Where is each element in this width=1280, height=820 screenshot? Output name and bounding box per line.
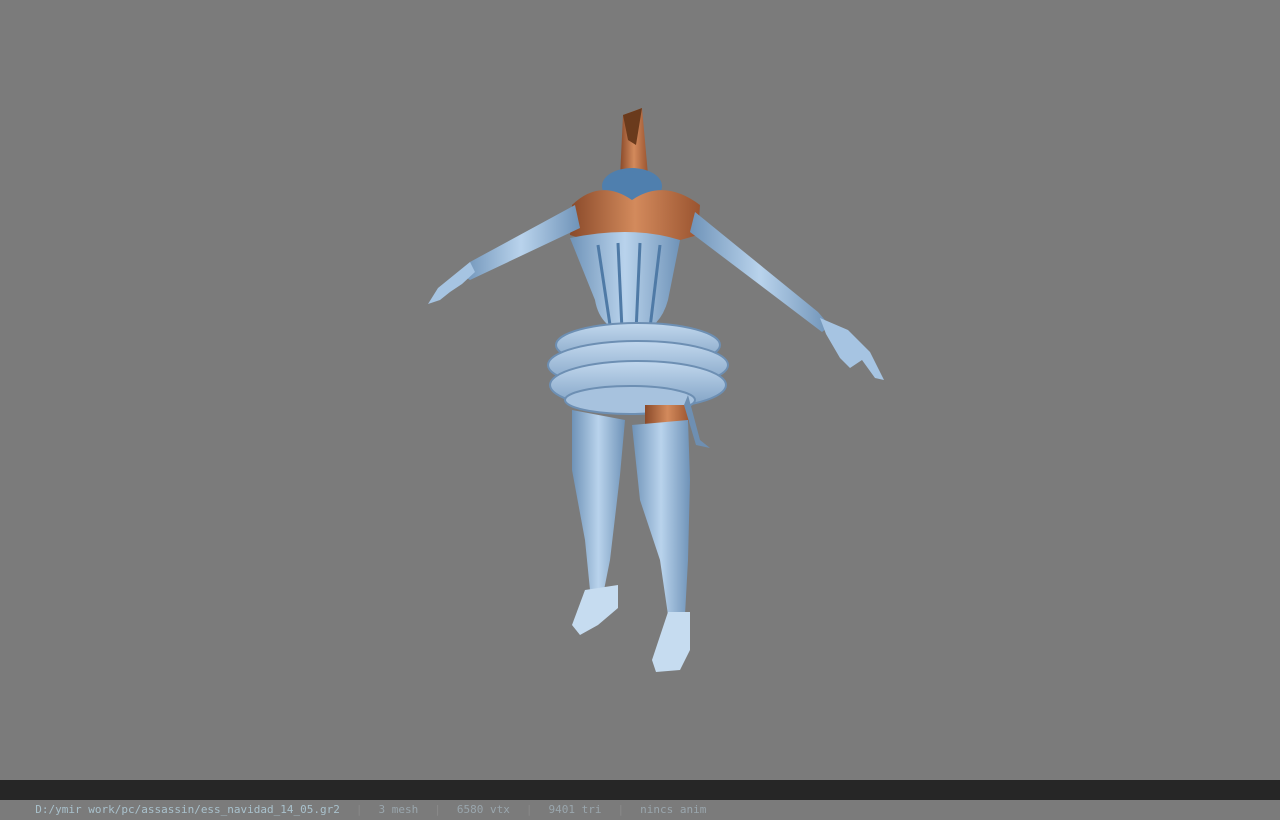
vertex-count: 6580 vtx (456, 803, 510, 816)
mesh-count: 3 mesh (378, 803, 419, 816)
left-shoe (572, 585, 618, 635)
corset (570, 231, 680, 335)
right-hand (820, 318, 884, 380)
left-glove (462, 205, 580, 280)
right-leg (632, 420, 690, 615)
separator: | (355, 803, 363, 816)
right-glove (690, 212, 830, 332)
animation-status: nincs anim (640, 803, 707, 816)
separator: | (525, 803, 533, 816)
status-bar: D:/ymir work/pc/assassin/ess_navidad_14_… (0, 780, 1280, 816)
left-leg (572, 410, 625, 590)
file-path: D:/ymir work/pc/assassin/ess_navidad_14_… (35, 803, 340, 816)
left-hand (428, 262, 475, 304)
3d-viewport[interactable] (0, 0, 1280, 780)
separator: | (434, 803, 441, 816)
separator: | (617, 803, 625, 816)
right-shoe (652, 612, 690, 672)
character-model (428, 108, 884, 672)
triangle-count: 9401 tri (548, 803, 602, 816)
